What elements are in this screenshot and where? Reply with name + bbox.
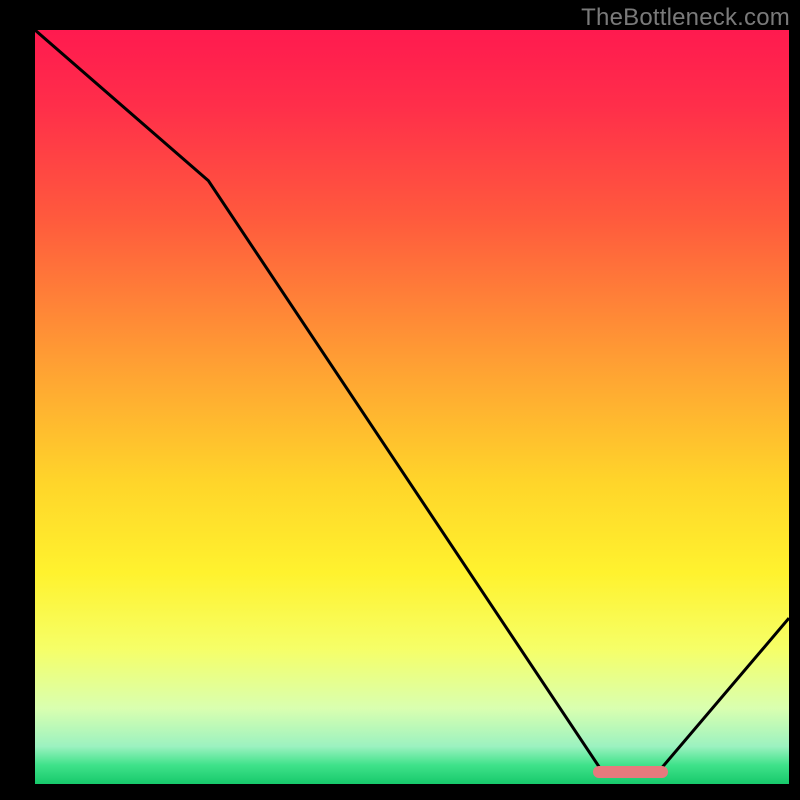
gradient-background	[35, 30, 789, 784]
chart-container: TheBottleneck.com	[0, 0, 800, 800]
optimal-range-marker	[593, 766, 668, 778]
plot-area	[30, 30, 789, 789]
chart-svg	[35, 30, 789, 784]
attribution-text: TheBottleneck.com	[581, 4, 790, 32]
